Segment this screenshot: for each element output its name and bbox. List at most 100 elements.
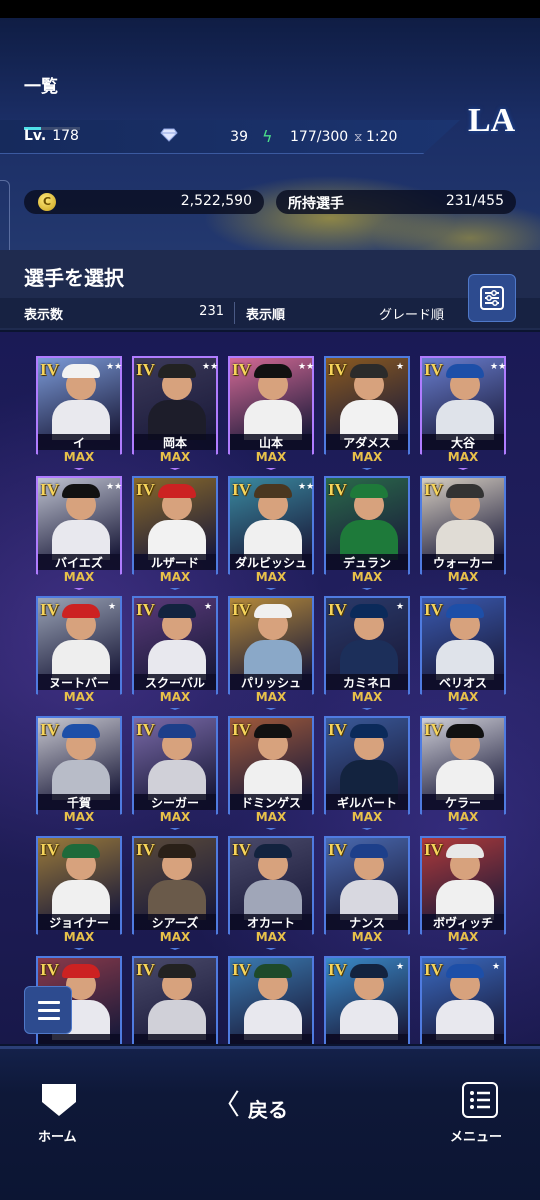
player-card[interactable]: IV ★ <box>420 956 506 1044</box>
player-name: ナンス <box>326 914 408 930</box>
player-card[interactable]: IV ★★★★★ 岡本 MAX <box>132 356 218 470</box>
player-name <box>38 1034 120 1044</box>
player-card[interactable]: IV ★★★★★ イ MAX <box>36 356 122 470</box>
max-label: MAX <box>255 450 287 464</box>
player-name: 山本 <box>230 434 312 450</box>
grade-badge: IV <box>424 840 443 859</box>
status-bar <box>0 0 540 18</box>
player-cap <box>62 604 100 618</box>
grade-badge: IV <box>40 600 59 619</box>
max-label: MAX <box>351 810 383 824</box>
player-card[interactable]: IV ★ <box>324 956 410 1044</box>
grade-badge: IV <box>232 480 251 499</box>
player-card[interactable]: IV ギルバート MAX <box>324 716 410 830</box>
player-card[interactable]: IV ★ ヌートバー MAX <box>36 596 122 710</box>
player-card[interactable]: IV ドミンゲス MAX <box>228 716 314 830</box>
player-cap <box>158 364 196 378</box>
grade-badge: IV <box>328 840 347 859</box>
player-cap <box>62 844 100 858</box>
rarity-stars: ★★★★★ <box>106 362 147 372</box>
player-name: シアーズ <box>134 914 216 930</box>
player-cap <box>350 844 388 858</box>
sort-order-label[interactable]: 表示順 <box>246 304 285 323</box>
max-label: MAX <box>351 690 383 704</box>
player-name <box>134 1034 216 1044</box>
home-button-label[interactable]: ホーム <box>38 1126 77 1145</box>
player-card[interactable]: IV シーガー MAX <box>132 716 218 830</box>
grade-badge: IV <box>424 720 443 739</box>
home-plate-icon[interactable] <box>40 1082 78 1118</box>
player-card[interactable]: IV ベリオス MAX <box>420 596 506 710</box>
player-card[interactable]: IV シアーズ MAX <box>132 836 218 950</box>
max-label: MAX <box>63 450 95 464</box>
player-name: ベリオス <box>422 674 504 690</box>
player-card[interactable]: IV ★ カミネロ MAX <box>324 596 410 710</box>
player-card[interactable]: IV ★★★★★ 大谷 MAX <box>420 356 506 470</box>
player-card[interactable]: IV ジョイナー MAX <box>36 836 122 950</box>
filter-button[interactable] <box>468 274 516 322</box>
bottom-nav <box>0 1046 540 1200</box>
player-card[interactable]: IV パリッシュ MAX <box>228 596 314 710</box>
player-card[interactable]: IV ウォーカー MAX <box>420 476 506 590</box>
back-button[interactable]: 戻る <box>248 1094 288 1123</box>
grade-badge: IV <box>136 720 155 739</box>
player-card[interactable]: IV ナンス MAX <box>324 836 410 950</box>
list-icon[interactable] <box>462 1082 498 1118</box>
player-card[interactable]: IV ★ スクーバル MAX <box>132 596 218 710</box>
menu-button-label[interactable]: メニュー <box>450 1126 502 1145</box>
player-name: ボヴィッチ <box>422 914 504 930</box>
player-card[interactable]: IV オカート MAX <box>228 836 314 950</box>
player-cap <box>350 484 388 498</box>
max-label: MAX <box>159 810 191 824</box>
player-card[interactable]: IV ルザード MAX <box>132 476 218 590</box>
max-label: MAX <box>255 930 287 944</box>
menu-fab-button[interactable] <box>24 986 72 1034</box>
player-name: アダメス <box>326 434 408 450</box>
player-cap <box>350 364 388 378</box>
player-card[interactable]: IV ★★★★★ 山本 MAX <box>228 356 314 470</box>
player-cap <box>62 724 100 738</box>
grade-badge: IV <box>40 960 59 979</box>
player-card[interactable]: IV 千賀 MAX <box>36 716 122 830</box>
grade-badge: IV <box>40 360 59 379</box>
sort-order-value[interactable]: グレード順 <box>340 304 444 323</box>
player-name: カミネロ <box>326 674 408 690</box>
grade-badge: IV <box>40 720 59 739</box>
rarity-stars: ★ <box>395 602 405 612</box>
player-cap <box>62 484 100 498</box>
grade-badge: IV <box>232 600 251 619</box>
player-card[interactable]: IV ケラー MAX <box>420 716 506 830</box>
max-label: MAX <box>159 450 191 464</box>
player-name: ヌートバー <box>38 674 120 690</box>
display-count-value: 231 <box>199 304 224 319</box>
grade-badge: IV <box>328 360 347 379</box>
rarity-stars: ★★ <box>298 482 315 492</box>
max-label: MAX <box>255 690 287 704</box>
hourglass-icon: ⧖ <box>354 130 363 144</box>
player-cap <box>446 844 484 858</box>
player-name: バイエズ <box>38 554 120 570</box>
player-name <box>422 1034 504 1044</box>
level-display: Lv. 178 <box>24 128 79 144</box>
player-card[interactable]: IV <box>132 956 218 1044</box>
grade-badge: IV <box>232 960 251 979</box>
grade-badge: IV <box>424 600 443 619</box>
player-card[interactable]: IV ★ アダメス MAX <box>324 356 410 470</box>
player-card[interactable]: IV ボヴィッチ MAX <box>420 836 506 950</box>
player-card[interactable]: IV ★★ ダルビッシュ MAX <box>228 476 314 590</box>
player-name: ケラー <box>422 794 504 810</box>
player-card[interactable]: IV デュラン MAX <box>324 476 410 590</box>
grade-badge: IV <box>424 960 443 979</box>
player-cap <box>62 364 100 378</box>
player-name: 千賀 <box>38 794 120 810</box>
player-cap <box>254 484 292 498</box>
grade-badge: IV <box>136 480 155 499</box>
player-cap <box>446 604 484 618</box>
grade-badge: IV <box>232 720 251 739</box>
rarity-stars: ★ <box>395 362 405 372</box>
player-cap <box>446 484 484 498</box>
player-card[interactable]: IV ★★★★★ バイエズ MAX <box>36 476 122 590</box>
lightning-icon: ϟ <box>262 127 273 146</box>
player-card[interactable]: IV <box>228 956 314 1044</box>
back-chevron-icon[interactable]: 〈 <box>212 1090 240 1120</box>
